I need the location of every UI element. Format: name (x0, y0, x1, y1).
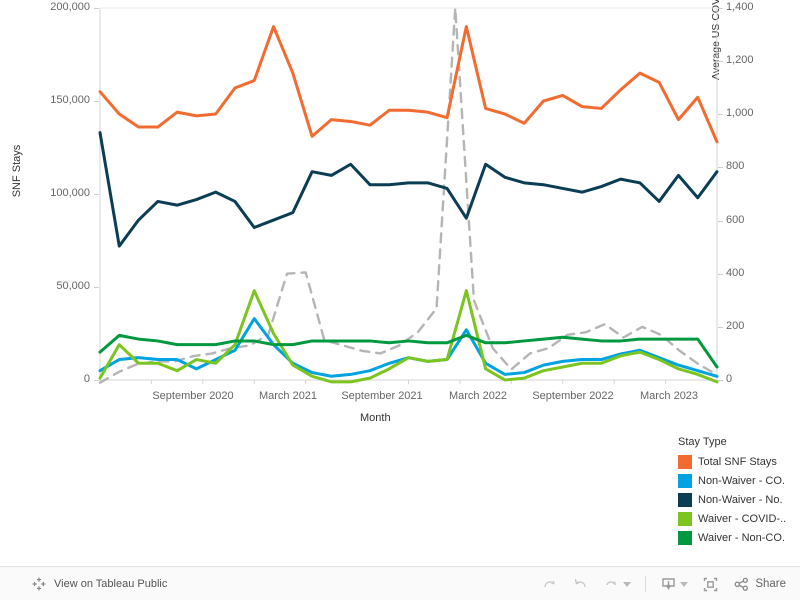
refresh-button[interactable] (603, 576, 632, 593)
legend-item-label: Total SNF Stays (698, 455, 777, 468)
view-on-tableau-public-link[interactable]: View on Tableau Public (32, 577, 167, 591)
bottom-toolbar: View on Tableau Public Share (0, 566, 800, 600)
legend-color-swatch (678, 511, 692, 526)
toolbar-actions: Share (541, 567, 786, 600)
legend-item[interactable]: Waiver - COVID-.. (678, 509, 798, 528)
series-line (98, 317, 719, 378)
series-line (98, 25, 719, 144)
refresh-caret-icon[interactable] (623, 581, 632, 587)
toolbar-divider (645, 576, 647, 592)
legend-item[interactable]: Non-Waiver - No. (678, 490, 798, 509)
legend-title: Stay Type (678, 436, 727, 448)
plot-lines (98, 6, 719, 384)
legend-item-label: Non-Waiver - CO. (698, 474, 785, 487)
series-line (98, 6, 719, 384)
series-line (98, 131, 719, 248)
legend-items: Total SNF Stays Non-Waiver - CO. Non-Waive… (678, 452, 798, 547)
legend-item-label: Waiver - COVID-.. (698, 512, 787, 525)
share-button[interactable]: Share (733, 576, 786, 593)
legend-item[interactable]: Total SNF Stays (678, 452, 798, 471)
tableau-viz-page: SNF Stays Average US COVID-19 Case Rate … (0, 0, 800, 600)
legend: Stay Type Total SNF Stays Non-Waiver - CO… (678, 436, 798, 547)
share-label: Share (755, 578, 786, 590)
legend-color-swatch (678, 530, 692, 545)
download-button[interactable] (660, 576, 689, 593)
download-caret-icon[interactable] (680, 581, 689, 587)
legend-item-label: Non-Waiver - No. (698, 493, 783, 506)
revert-button[interactable] (572, 576, 589, 593)
legend-color-swatch (678, 492, 692, 507)
legend-color-swatch (678, 454, 692, 469)
x-axis-title: Month (360, 412, 391, 424)
fullscreen-button[interactable] (702, 576, 719, 593)
tableau-link-label: View on Tableau Public (54, 577, 168, 590)
legend-item-label: Waiver - Non-CO. (698, 531, 785, 544)
redo-button[interactable] (541, 576, 558, 593)
legend-color-swatch (678, 473, 692, 488)
legend-item[interactable]: Non-Waiver - CO. (678, 471, 798, 490)
share-icon (734, 577, 749, 591)
tableau-logo-icon (32, 577, 46, 590)
legend-item[interactable]: Waiver - Non-CO. (678, 528, 798, 547)
